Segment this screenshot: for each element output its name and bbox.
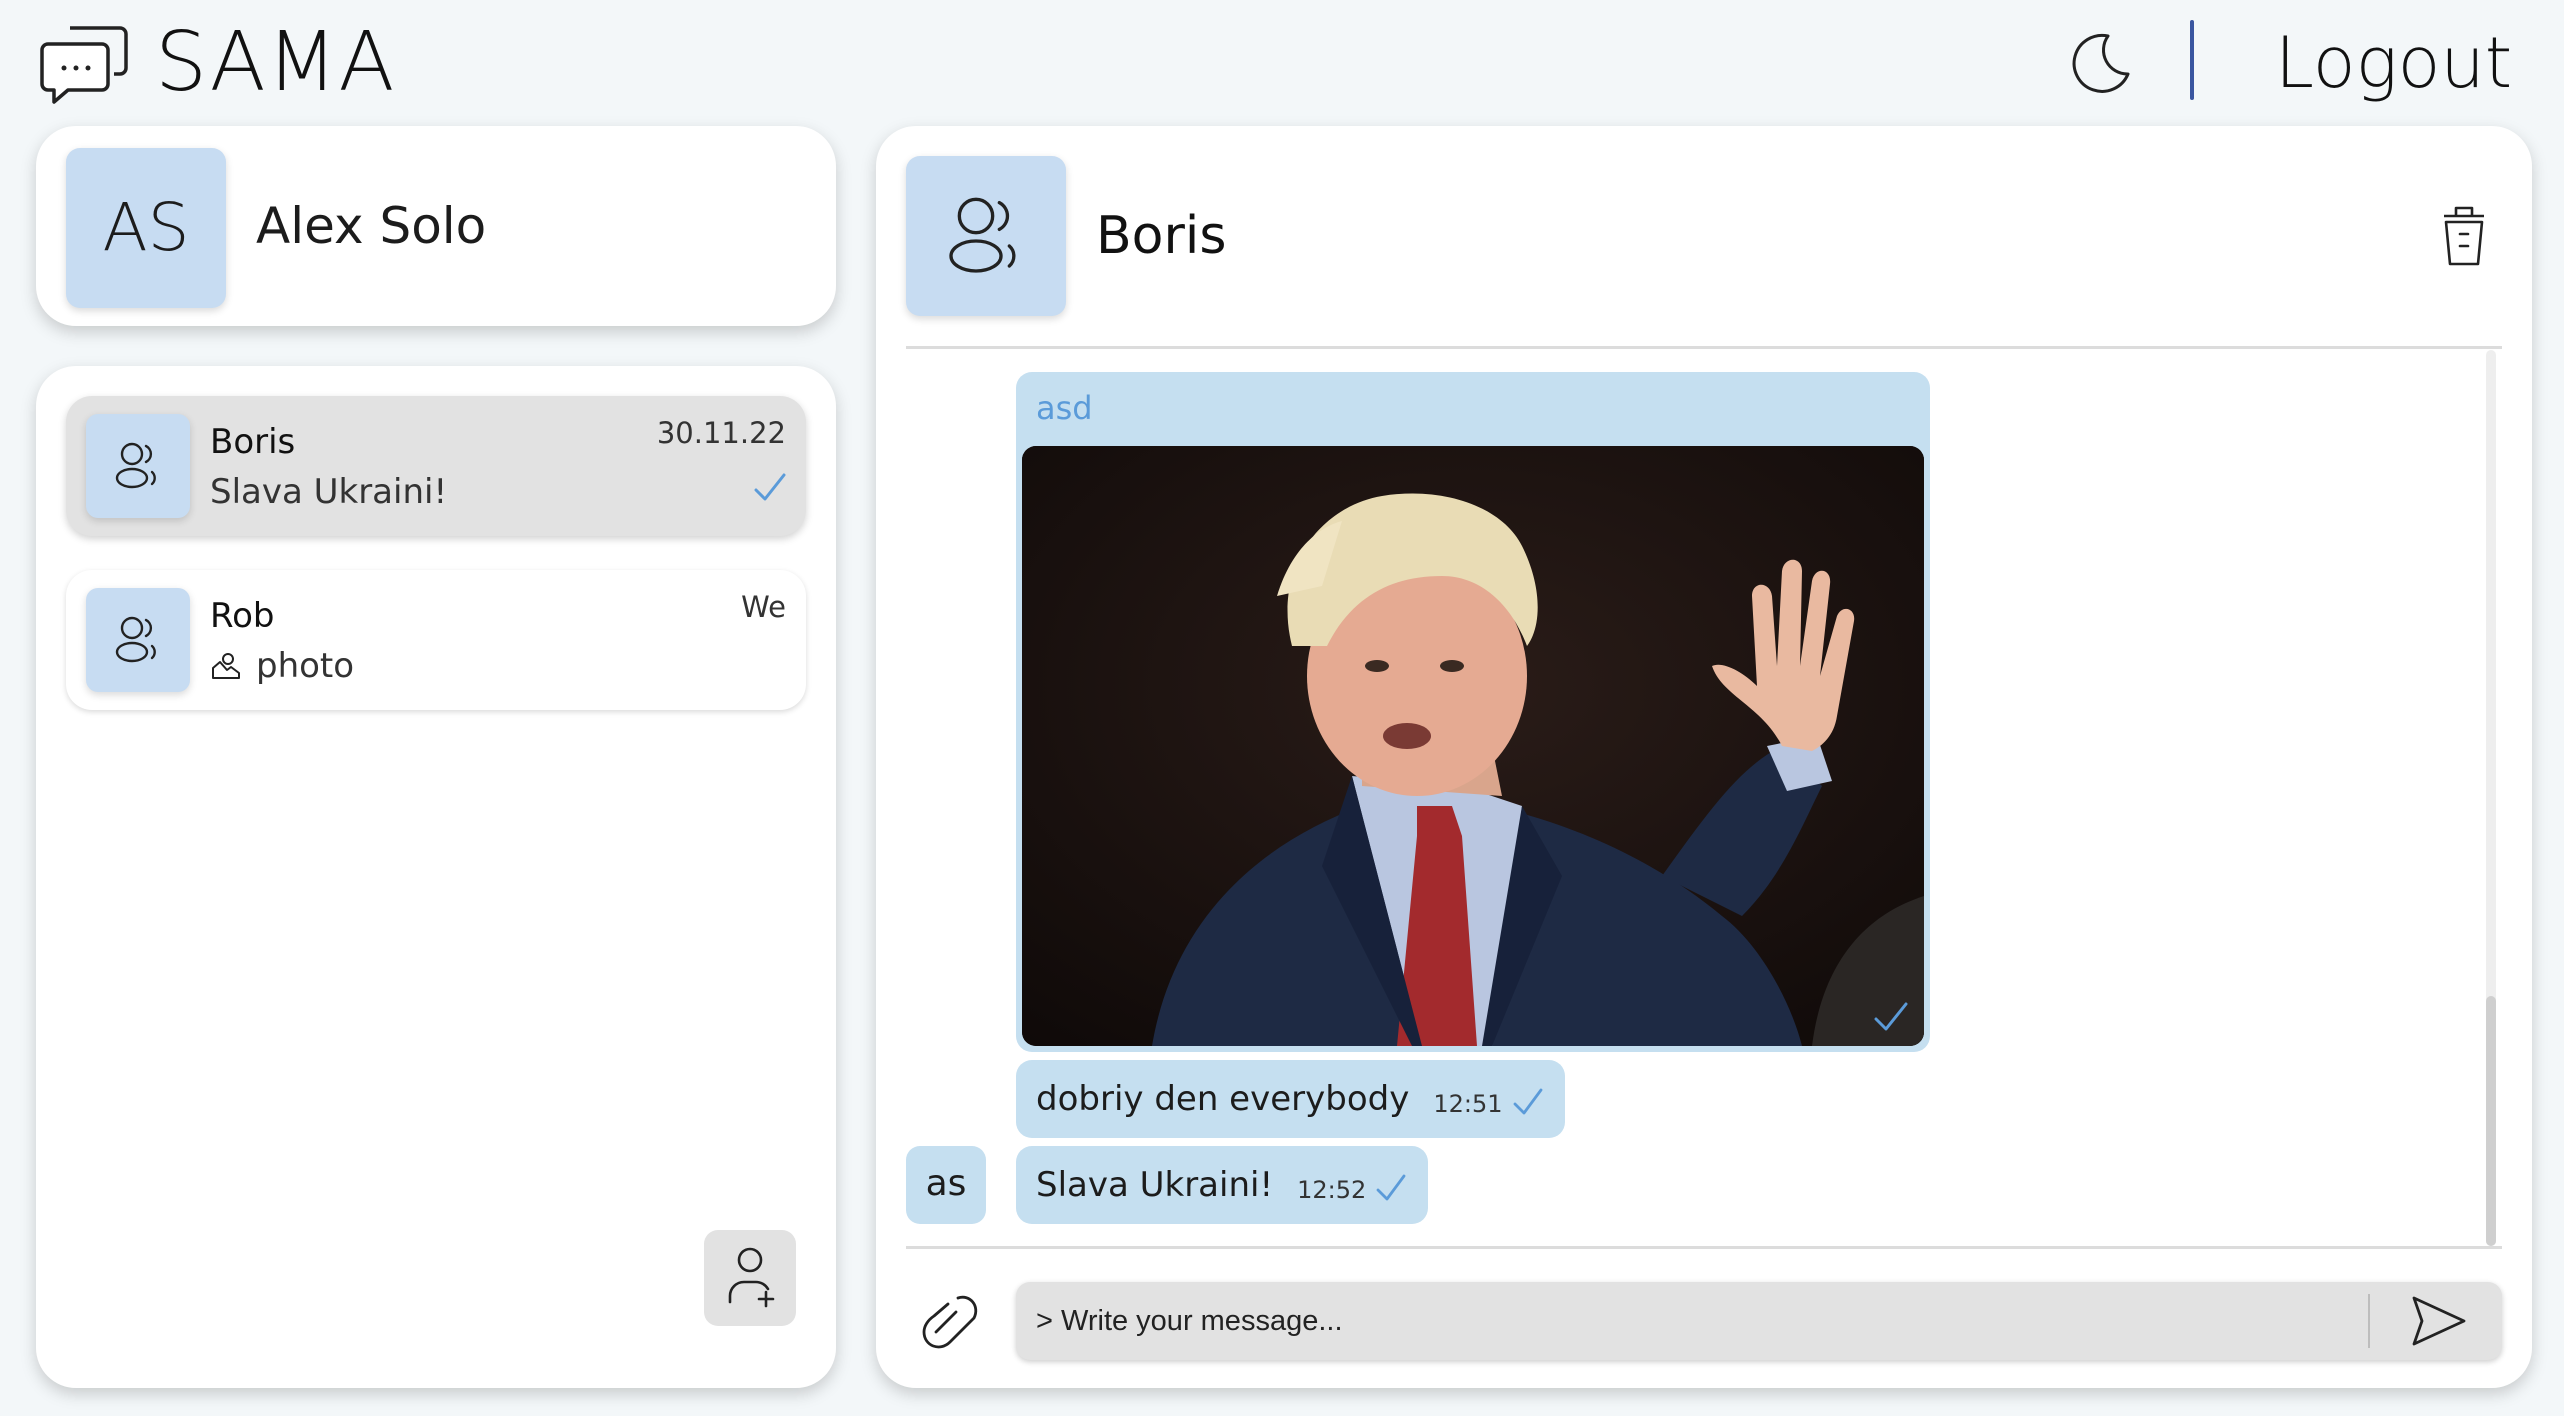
- chat-name: Boris: [210, 422, 296, 462]
- profile-card: AS Alex Solo: [36, 126, 836, 326]
- profile-avatar[interactable]: AS: [66, 148, 226, 308]
- message-input[interactable]: [1036, 1292, 2336, 1350]
- message-sender: asd: [1036, 389, 1093, 427]
- conversation-avatar[interactable]: [906, 156, 1066, 316]
- check-icon: [1513, 1088, 1542, 1115]
- header-divider: [2190, 20, 2194, 100]
- trash-icon[interactable]: [2436, 200, 2492, 270]
- message-time: 12:52: [1297, 1176, 1367, 1204]
- chat-item-boris[interactable]: Boris Slava Ukraini! 30.11.22: [66, 396, 806, 536]
- profile-name: Alex Solo: [256, 197, 487, 255]
- text-message[interactable]: Slava Ukraini! 12:52: [1016, 1146, 1429, 1224]
- chat-list: Boris Slava Ukraini! 30.11.22 Rob photo: [36, 366, 836, 1388]
- chat-name: Rob: [210, 596, 275, 636]
- composer-separator: [2368, 1294, 2370, 1348]
- composer-divider: [906, 1246, 2502, 1249]
- chat-avatar: [86, 414, 190, 518]
- image-message[interactable]: asd: [1016, 372, 1930, 1052]
- app-title: SAMA: [155, 15, 396, 110]
- message-sender-avatar[interactable]: as: [906, 1146, 986, 1224]
- message-text: Slava Ukraini!: [1036, 1165, 1274, 1205]
- check-icon: [1376, 1174, 1406, 1201]
- profile-initials: AS: [102, 189, 190, 266]
- send-icon[interactable]: [2408, 1294, 2468, 1348]
- chat-preview: Slava Ukraini!: [210, 470, 447, 514]
- chat-bubbles-icon: [40, 26, 128, 104]
- add-user-icon: [728, 1247, 775, 1308]
- group-icon: [115, 616, 156, 663]
- chat-preview: photo: [210, 644, 354, 688]
- logout-button[interactable]: Logout: [2275, 18, 2512, 108]
- messages-scrollbar[interactable]: [2486, 350, 2496, 1246]
- conversation-header-divider: [906, 346, 2502, 349]
- message-composer: [1016, 1282, 2502, 1360]
- add-contact-button[interactable]: [704, 1230, 796, 1326]
- scrollbar-thumb[interactable]: [2486, 996, 2496, 1246]
- conversation-panel: Boris asd dobriy den everybody 12:51 as …: [876, 126, 2532, 1388]
- chat-item-rob[interactable]: Rob photo We: [66, 570, 806, 710]
- group-icon: [115, 442, 156, 489]
- message-text: dobriy den everybody: [1036, 1079, 1410, 1119]
- moon-icon[interactable]: [2068, 30, 2134, 96]
- check-icon: [754, 473, 786, 501]
- message-time: 12:51: [1433, 1090, 1503, 1118]
- group-icon: [949, 197, 1016, 273]
- app-header: SAMA Logout: [0, 0, 2564, 126]
- conversation-title: Boris: [1096, 206, 1227, 266]
- chat-preview-text: Slava Ukraini!: [210, 472, 448, 512]
- paperclip-icon[interactable]: [912, 1284, 986, 1358]
- check-icon: [1874, 1002, 1908, 1031]
- chat-avatar: [86, 588, 190, 692]
- chat-date: We: [741, 590, 786, 624]
- text-message[interactable]: dobriy den everybody 12:51: [1016, 1060, 1565, 1138]
- photo-image: [1022, 446, 1924, 1046]
- image-icon: [212, 653, 240, 679]
- chat-date: 30.11.22: [656, 416, 786, 450]
- chat-preview-text: photo: [256, 646, 355, 686]
- message-photo[interactable]: [1022, 446, 1924, 1046]
